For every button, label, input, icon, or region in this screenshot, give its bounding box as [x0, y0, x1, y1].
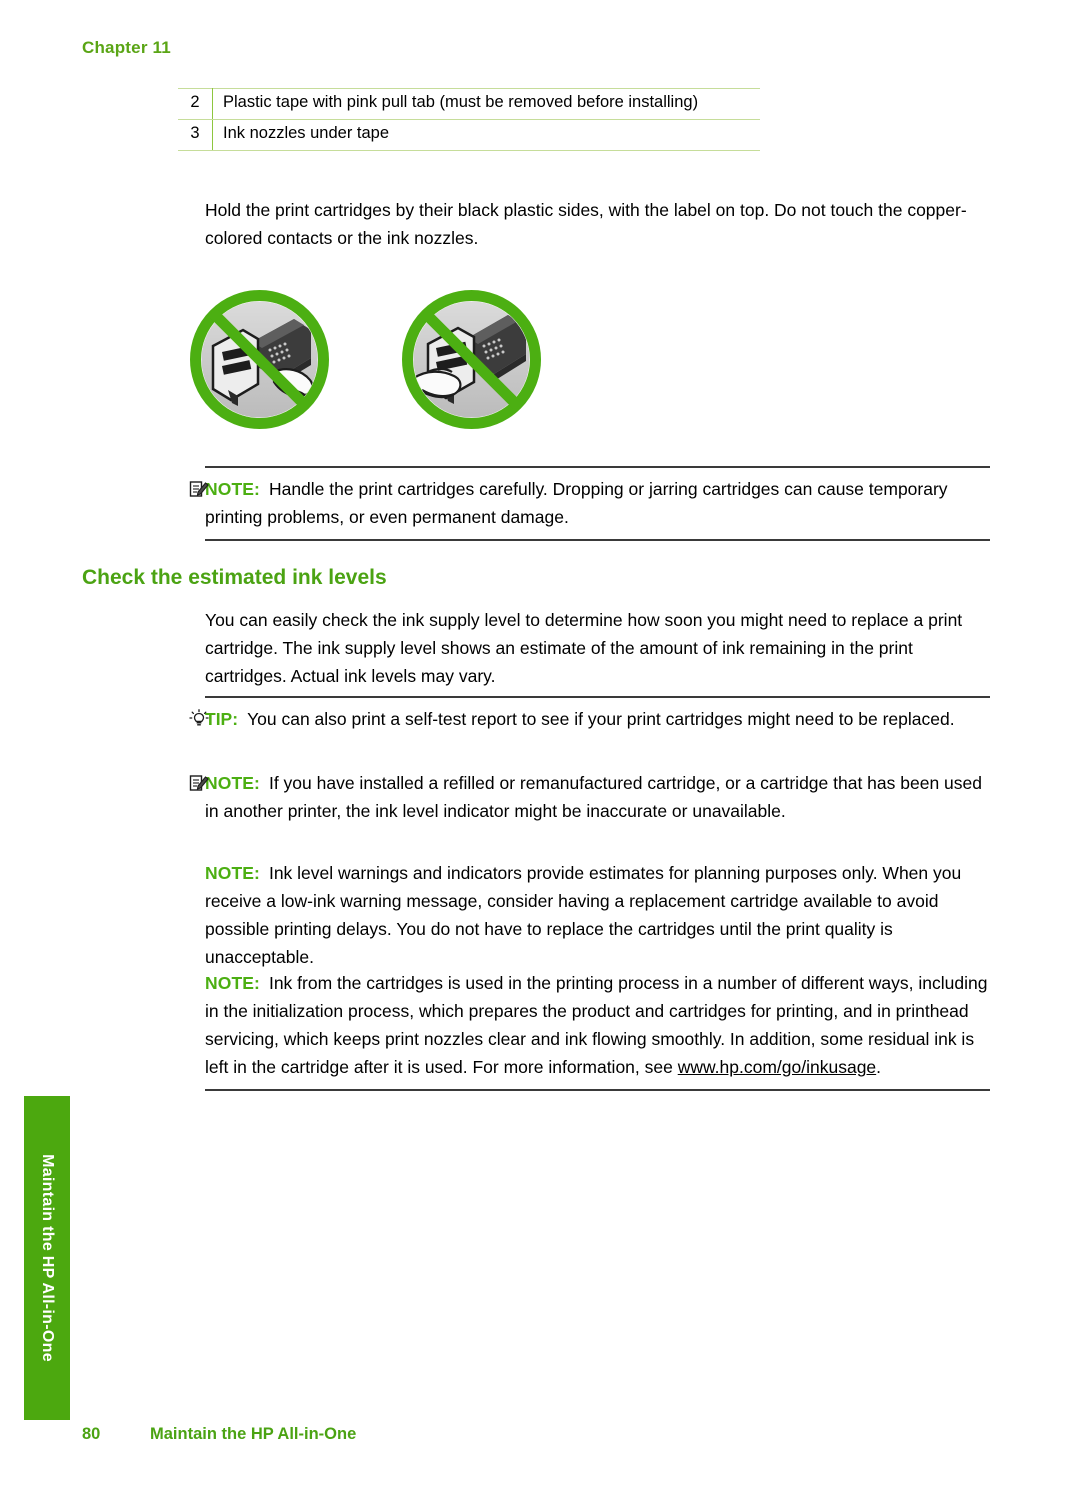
table-row: 3 Ink nozzles under tape: [178, 119, 760, 151]
document-page: Chapter 11 2 Plastic tape with pink pull…: [0, 0, 1080, 1495]
note-label: NOTE:: [205, 479, 260, 499]
note-pencil-icon: [189, 479, 209, 499]
inkusage-link[interactable]: www.hp.com/go/inkusage: [678, 1057, 876, 1077]
admonition-body: NOTE: Ink level warnings and indicators p…: [205, 852, 990, 979]
lightbulb-icon: [189, 709, 209, 729]
admonition-body: NOTE: If you have installed a refilled or…: [189, 762, 990, 833]
callout-description: Ink nozzles under tape: [212, 119, 760, 151]
callout-description: Plastic tape with pink pull tab (must be…: [212, 88, 760, 120]
admonition-body: TIP: You can also print a self-test repor…: [189, 698, 990, 741]
admonition-body: NOTE: Handle the print cartridges careful…: [189, 468, 990, 539]
intro-paragraph: Hold the print cartridges by their black…: [205, 200, 967, 248]
tip-label: TIP:: [205, 709, 239, 729]
tip-text: You can also print a self-test report to…: [247, 709, 955, 729]
divider: [205, 539, 990, 541]
side-thumb-tab: Maintain the HP All-in-One: [24, 1096, 70, 1420]
page-title: Check the estimated ink levels: [82, 566, 387, 589]
note-label: NOTE:: [205, 863, 260, 883]
callout-number: 2: [178, 88, 213, 120]
footer-title: Maintain the HP All-in-One: [150, 1425, 357, 1443]
callout-legend-table: 2 Plastic tape with pink pull tab (must …: [178, 88, 760, 151]
table-row: 2 Plastic tape with pink pull tab (must …: [178, 88, 760, 120]
page-number: 80: [82, 1425, 101, 1443]
note-text: If you have installed a refilled or rema…: [205, 773, 983, 821]
note-text: Handle the print cartridges carefully. D…: [205, 479, 948, 527]
note-ink-usage: NOTE: Ink from the cartridges is used in …: [205, 962, 990, 1091]
admonition-body: NOTE: Ink from the cartridges is used in …: [205, 962, 990, 1089]
prohibition-touch-contacts-icon: [186, 286, 333, 433]
note-ink-level-warnings: NOTE: Ink level warnings and indicators p…: [205, 852, 990, 979]
side-tab-label: Maintain the HP All-in-One: [39, 1154, 56, 1362]
callout-number: 3: [178, 119, 213, 151]
note-refilled-cartridge: NOTE: If you have installed a refilled or…: [189, 762, 990, 833]
tip-selftest-report: TIP: You can also print a self-test repor…: [189, 696, 990, 741]
note-label: NOTE:: [205, 773, 260, 793]
note-handle-cartridges: NOTE: Handle the print cartridges careful…: [189, 466, 990, 541]
divider: [205, 1089, 990, 1091]
note-label: NOTE:: [205, 973, 260, 993]
chapter-heading: Chapter 11: [82, 38, 171, 57]
note-text: Ink level warnings and indicators provid…: [205, 863, 962, 967]
note-pencil-icon: [189, 773, 209, 793]
page-footer: 80 Maintain the HP All-in-One: [82, 1425, 356, 1444]
note-text-tail: .: [876, 1057, 882, 1077]
illustration-row: [186, 286, 545, 433]
section-paragraph: You can easily check the ink supply leve…: [205, 610, 963, 686]
prohibition-touch-nozzles-icon: [398, 286, 545, 433]
